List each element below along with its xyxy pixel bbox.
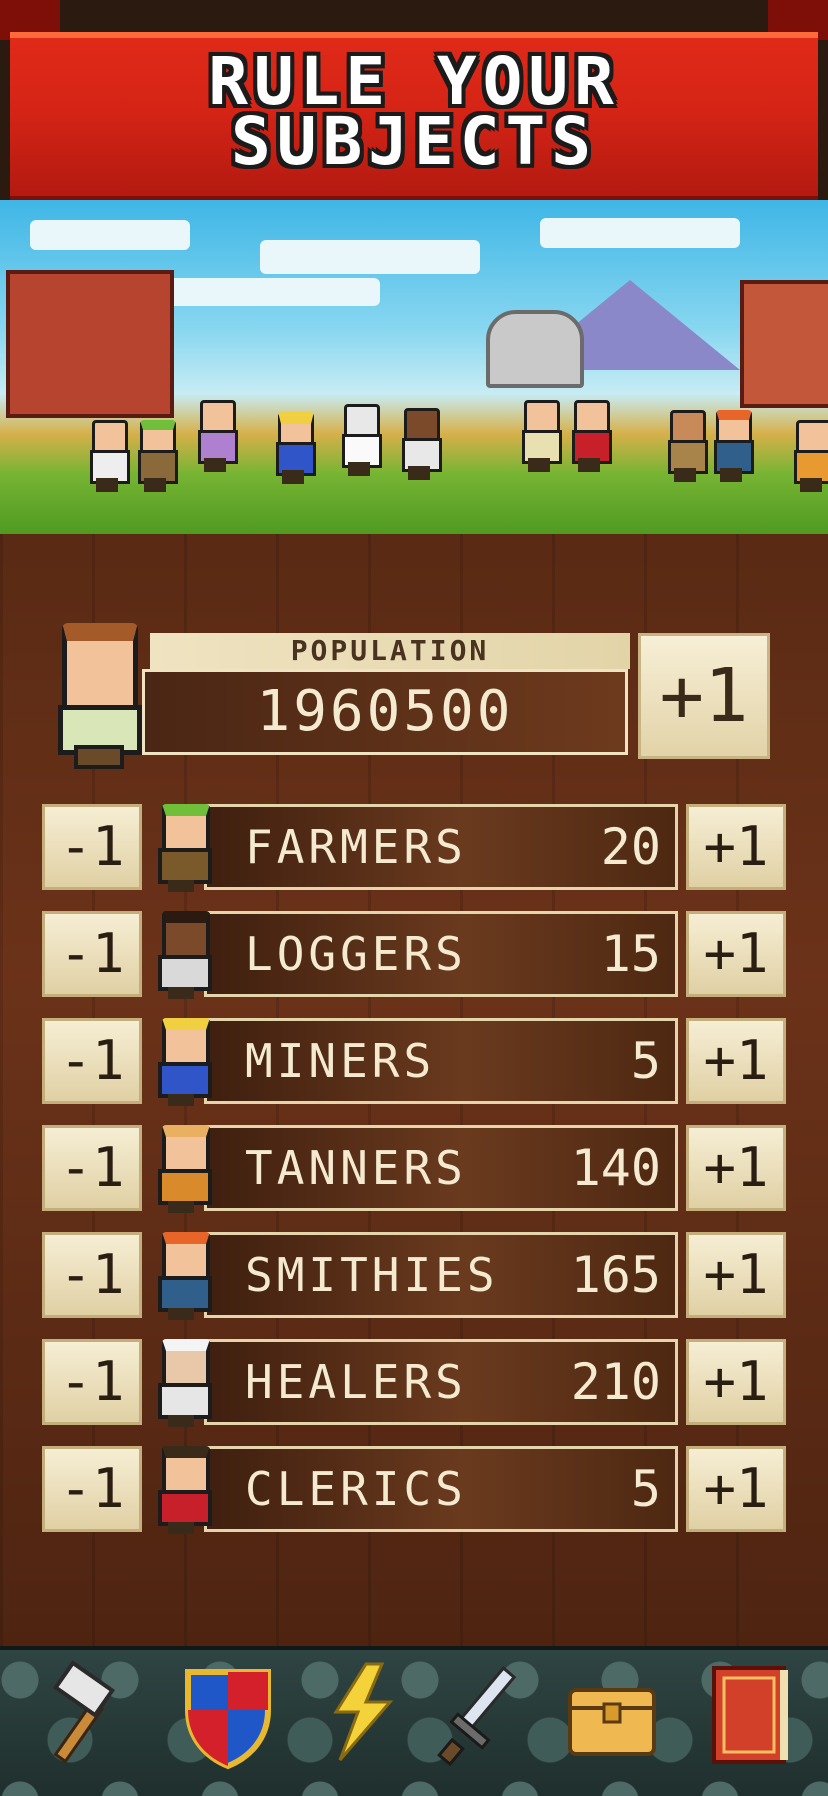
increase-healers-button[interactable]: +1	[686, 1339, 786, 1425]
villager	[520, 400, 562, 472]
sword-icon[interactable]	[434, 1660, 534, 1770]
villager	[666, 410, 708, 482]
villager	[712, 410, 754, 482]
red-building	[740, 280, 828, 408]
miners-avatar-icon	[150, 1012, 222, 1106]
profession-row-miners: MINERS 5	[204, 1018, 678, 1104]
healers-avatar-icon	[150, 1333, 222, 1427]
profession-count: 5	[630, 1460, 661, 1518]
villager	[570, 400, 612, 472]
cloud	[30, 220, 190, 250]
red-building	[6, 270, 174, 418]
banner-title-line2: SUBJECTS	[231, 103, 597, 180]
tanners-avatar-icon	[150, 1119, 222, 1213]
profession-count: 210	[570, 1353, 661, 1411]
profession-name: LOGGERS	[245, 927, 467, 981]
profession-name: TANNERS	[245, 1141, 467, 1195]
title-banner: RULE YOUR SUBJECTS	[0, 0, 828, 206]
increase-tanners-button[interactable]: +1	[686, 1125, 786, 1211]
profession-count: 5	[630, 1032, 661, 1090]
profession-count: 15	[600, 925, 661, 983]
increase-farmers-button[interactable]: +1	[686, 804, 786, 890]
increase-clerics-button[interactable]: +1	[686, 1446, 786, 1532]
profession-row-clerics: CLERICS 5	[204, 1446, 678, 1532]
clerics-avatar-icon	[150, 1440, 222, 1534]
profession-name: FARMERS	[245, 820, 467, 874]
profession-name: CLERICS	[245, 1462, 467, 1516]
decrease-clerics-button[interactable]: -1	[42, 1446, 142, 1532]
cloud	[260, 240, 480, 274]
profession-name: MINERS	[245, 1034, 436, 1088]
book-icon[interactable]	[700, 1660, 800, 1770]
village-scene	[0, 200, 828, 534]
population-value: 1960500	[142, 669, 628, 755]
loggers-avatar-icon	[150, 905, 222, 999]
stone-silo	[486, 310, 584, 388]
lightning-icon[interactable]	[306, 1660, 406, 1770]
profession-count: 140	[570, 1139, 661, 1197]
population-avatar	[54, 623, 142, 769]
profession-row-healers: HEALERS 210	[204, 1339, 678, 1425]
farmers-avatar-icon	[150, 798, 222, 892]
increase-loggers-button[interactable]: +1	[686, 911, 786, 997]
decrease-tanners-button[interactable]: -1	[42, 1125, 142, 1211]
increase-miners-button[interactable]: +1	[686, 1018, 786, 1104]
decrease-farmers-button[interactable]: -1	[42, 804, 142, 890]
increase-smithies-button[interactable]: +1	[686, 1232, 786, 1318]
decrease-miners-button[interactable]: -1	[42, 1018, 142, 1104]
decrease-loggers-button[interactable]: -1	[42, 911, 142, 997]
villager	[274, 412, 320, 496]
villager	[792, 420, 828, 492]
shield-icon[interactable]	[178, 1660, 278, 1770]
profession-row-farmers: FARMERS 20	[204, 804, 678, 890]
villager	[136, 420, 178, 492]
cloud	[540, 218, 740, 248]
decrease-healers-button[interactable]: -1	[42, 1339, 142, 1425]
smithies-avatar-icon	[150, 1226, 222, 1320]
profession-row-smithies: SMITHIES 165	[204, 1232, 678, 1318]
profession-name: HEALERS	[245, 1355, 467, 1409]
villager	[400, 408, 446, 496]
profession-name: SMITHIES	[245, 1248, 499, 1302]
profession-row-tanners: TANNERS 140	[204, 1125, 678, 1211]
villager	[340, 404, 386, 496]
chest-icon[interactable]	[562, 1660, 662, 1770]
profession-count: 20	[600, 818, 661, 876]
decrease-smithies-button[interactable]: -1	[42, 1232, 142, 1318]
profession-count: 165	[570, 1246, 661, 1304]
villager	[196, 400, 238, 472]
add-population-button[interactable]: +1	[638, 633, 770, 759]
hammer-icon[interactable]	[30, 1660, 130, 1770]
villager	[88, 420, 130, 492]
population-label: POPULATION	[150, 633, 630, 669]
profession-row-loggers: LOGGERS 15	[204, 911, 678, 997]
